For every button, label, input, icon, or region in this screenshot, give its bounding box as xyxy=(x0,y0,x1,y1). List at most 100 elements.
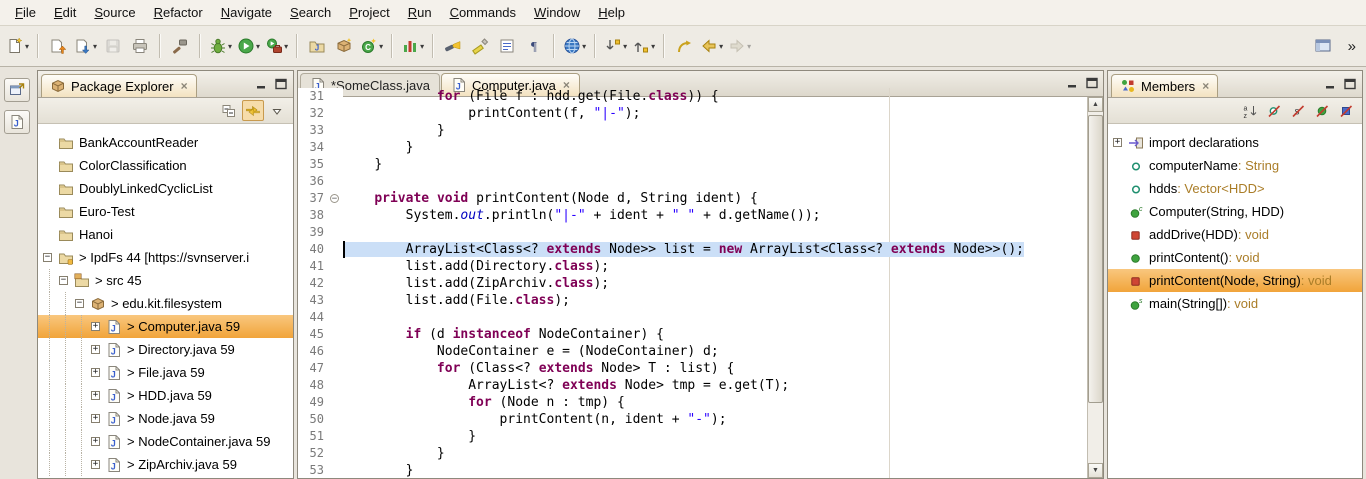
next-annotation-button[interactable]: ▾ xyxy=(602,33,629,59)
new-wizard-button[interactable]: ▾ xyxy=(4,33,31,59)
tree-item[interactable]: +J> HDD.java 59 xyxy=(38,384,293,407)
save-button[interactable] xyxy=(100,33,126,59)
line-number[interactable]: 38 xyxy=(298,207,328,224)
dropdown-arrow-icon[interactable]: ▾ xyxy=(25,42,29,51)
perspective-button[interactable] xyxy=(1310,33,1336,59)
dropdown-arrow-icon[interactable]: ▾ xyxy=(284,42,288,51)
tree-item[interactable]: +J> Directory.java 59 xyxy=(38,338,293,361)
expand-toggle-icon[interactable]: + xyxy=(89,366,102,379)
external-tools-button[interactable]: ▾ xyxy=(263,33,290,59)
menu-edit[interactable]: Edit xyxy=(45,0,85,25)
link-with-editor-button[interactable] xyxy=(242,100,264,121)
line-number[interactable]: 51 xyxy=(298,428,328,445)
code-line[interactable]: 31 for (File f : hdd.get(File.class)) { xyxy=(298,88,1087,105)
scrollbar-track[interactable] xyxy=(1088,112,1103,463)
line-number[interactable]: 45 xyxy=(298,326,328,343)
mark-occurrences-button[interactable] xyxy=(467,33,493,59)
dropdown-arrow-icon[interactable]: ▾ xyxy=(379,42,383,51)
hide-fields-button[interactable] xyxy=(1263,100,1285,121)
code-line[interactable]: 35 } xyxy=(298,156,1087,173)
menu-help[interactable]: Help xyxy=(589,0,634,25)
dropdown-arrow-icon[interactable]: ▾ xyxy=(747,42,751,51)
line-number[interactable]: 47 xyxy=(298,360,328,377)
expand-toggle-icon[interactable]: + xyxy=(89,389,102,402)
scroll-up-icon[interactable]: ▲ xyxy=(1088,97,1103,112)
code-line[interactable]: 53 } xyxy=(298,462,1087,478)
minimize-view-button[interactable] xyxy=(1321,74,1340,93)
member-item[interactable]: cComputer(String, HDD) xyxy=(1108,200,1362,223)
tree-item[interactable]: ColorClassification xyxy=(38,154,293,177)
expand-toggle-icon[interactable]: + xyxy=(1111,136,1124,149)
menu-source[interactable]: Source xyxy=(85,0,144,25)
new-java-project-button[interactable]: J xyxy=(304,33,330,59)
dropdown-arrow-icon[interactable]: ▾ xyxy=(582,42,586,51)
restore-view-button[interactable] xyxy=(4,78,30,102)
dropdown-arrow-icon[interactable]: ▾ xyxy=(623,42,627,51)
dropdown-arrow-icon[interactable]: ▾ xyxy=(256,42,260,51)
new-package-button[interactable] xyxy=(331,33,357,59)
scroll-down-icon[interactable]: ▼ xyxy=(1088,463,1103,478)
menu-commands[interactable]: Commands xyxy=(441,0,525,25)
tree-item[interactable]: −> IpdFs 44 [https://svnserver.i xyxy=(38,246,293,269)
tree-item[interactable]: BankAccountReader xyxy=(38,131,293,154)
svn-commit-button[interactable] xyxy=(45,33,71,59)
code-line[interactable]: 38 System.out.println("|-" + ident + " "… xyxy=(298,207,1087,224)
web-browser-button[interactable]: ▾ xyxy=(561,33,588,59)
maximize-view-button[interactable] xyxy=(1340,74,1359,93)
expand-toggle-icon[interactable]: + xyxy=(89,343,102,356)
line-number[interactable]: 33 xyxy=(298,122,328,139)
code-line[interactable]: 46 NodeContainer e = (NodeContainer) d; xyxy=(298,343,1087,360)
line-number[interactable]: 36 xyxy=(298,173,328,190)
code-line[interactable]: 36 xyxy=(298,173,1087,190)
forward-button[interactable]: ▾ xyxy=(726,33,753,59)
code-line[interactable]: 47 for (Class<? extends Node> T : list) … xyxy=(298,360,1087,377)
show-whitespace-button[interactable]: ¶ xyxy=(521,33,547,59)
minimized-editor-button[interactable]: J xyxy=(4,110,30,134)
line-number[interactable]: 40 xyxy=(298,241,328,258)
code-line[interactable]: 42 list.add(ZipArchiv.class); xyxy=(298,275,1087,292)
sort-button[interactable]: az xyxy=(1239,100,1261,121)
code-line[interactable]: 41 list.add(Directory.class); xyxy=(298,258,1087,275)
maximize-view-button[interactable] xyxy=(271,74,290,93)
collapse-toggle-icon[interactable]: − xyxy=(57,274,70,287)
hide-local-types-button[interactable] xyxy=(1335,100,1357,121)
line-number[interactable]: 39 xyxy=(298,224,328,241)
line-number[interactable]: 42 xyxy=(298,275,328,292)
last-edit-location-button[interactable] xyxy=(671,33,697,59)
member-item[interactable]: computerName : String xyxy=(1108,154,1362,177)
tree-item[interactable]: −> edu.kit.filesystem xyxy=(38,292,293,315)
code-line[interactable]: 40 ArrayList<Class<? extends Node>> list… xyxy=(298,241,1087,258)
tree-item[interactable]: +J> Node.java 59 xyxy=(38,407,293,430)
line-number[interactable]: 52 xyxy=(298,445,328,462)
search-button[interactable] xyxy=(440,33,466,59)
svn-update-button[interactable]: ▾ xyxy=(72,33,99,59)
tree-item[interactable]: +J> NodeContainer.java 59 xyxy=(38,430,293,453)
menu-file[interactable]: File xyxy=(6,0,45,25)
line-number[interactable]: 34 xyxy=(298,139,328,156)
tree-item[interactable]: Euro-Test xyxy=(38,200,293,223)
tree-item[interactable]: DoublyLinkedCyclicList xyxy=(38,177,293,200)
expand-toggle-icon[interactable]: + xyxy=(89,412,102,425)
tab-members[interactable]: Members × xyxy=(1111,74,1218,97)
line-number[interactable]: 37 xyxy=(298,190,328,207)
line-number[interactable]: 35 xyxy=(298,156,328,173)
view-menu-button[interactable] xyxy=(266,100,288,121)
tree-item[interactable]: +J> Computer.java 59 xyxy=(38,315,293,338)
line-number[interactable]: 43 xyxy=(298,292,328,309)
menu-refactor[interactable]: Refactor xyxy=(145,0,212,25)
menu-navigate[interactable]: Navigate xyxy=(212,0,281,25)
member-item[interactable]: printContent() : void xyxy=(1108,246,1362,269)
dropdown-arrow-icon[interactable]: ▾ xyxy=(719,42,723,51)
dropdown-arrow-icon[interactable]: ▾ xyxy=(651,42,655,51)
line-number[interactable]: 49 xyxy=(298,394,328,411)
code-line[interactable]: 45 if (d instanceof NodeContainer) { xyxy=(298,326,1087,343)
close-view-icon[interactable]: × xyxy=(1202,79,1209,93)
print-button[interactable] xyxy=(127,33,153,59)
collapse-toggle-icon[interactable]: − xyxy=(73,297,86,310)
code-line[interactable]: 32 printContent(f, "|-"); xyxy=(298,105,1087,122)
member-item[interactable]: +import declarations xyxy=(1108,131,1362,154)
code-editor[interactable]: 31 for (File f : hdd.get(File.class)) {3… xyxy=(298,88,1087,478)
code-line[interactable]: 39 xyxy=(298,224,1087,241)
code-line[interactable]: 48 ArrayList<? extends Node> tmp = e.get… xyxy=(298,377,1087,394)
tree-item[interactable]: +J> File.java 59 xyxy=(38,361,293,384)
